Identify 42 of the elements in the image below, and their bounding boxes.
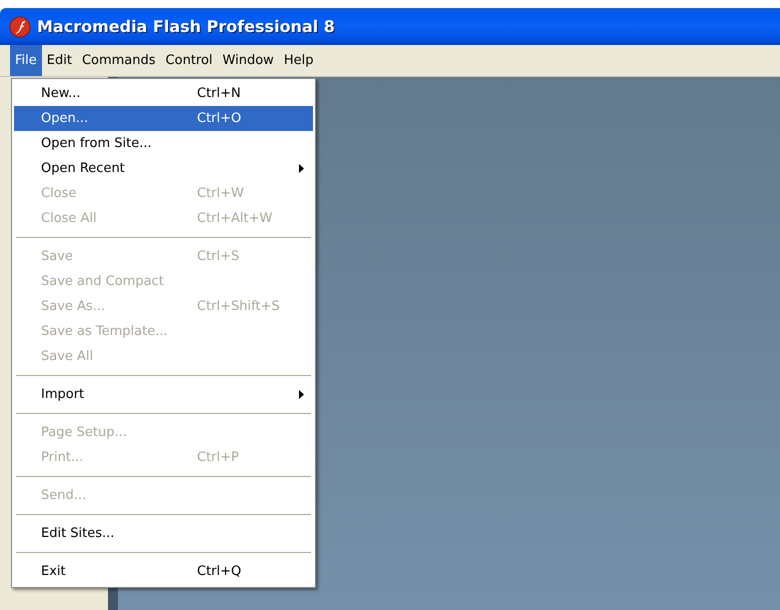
shortcut-label: Ctrl+P bbox=[197, 450, 239, 465]
menu-entry[interactable]: Edit Sites... bbox=[14, 521, 313, 546]
menu-entry[interactable]: New... Ctrl+N bbox=[14, 81, 313, 106]
menu-entry-label: Print... bbox=[41, 450, 84, 465]
menu-entry-label: Edit Sites... bbox=[41, 526, 116, 541]
menu-item[interactable]: Commands bbox=[76, 45, 161, 76]
flash-logo-icon bbox=[9, 16, 31, 38]
menu-entry-label: New... bbox=[41, 86, 82, 101]
menu-item[interactable]: Window bbox=[218, 45, 279, 76]
menu-entry-label: Close All bbox=[41, 211, 98, 226]
shortcut-label: Ctrl+Alt+W bbox=[197, 211, 272, 226]
shortcut-label: Ctrl+Q bbox=[197, 564, 242, 579]
shortcut-label: Ctrl+O bbox=[197, 111, 242, 126]
menu-entry-label: Save and Compact bbox=[41, 274, 165, 289]
menu-entry[interactable]: Open Recent bbox=[14, 156, 313, 181]
menu-entry[interactable]: Open... Ctrl+O bbox=[14, 106, 313, 131]
shortcut-label: Ctrl+W bbox=[197, 186, 244, 201]
menu-entry-label: Save All bbox=[41, 349, 94, 364]
submenu-arrow-icon bbox=[299, 164, 304, 173]
menu-entry-label: Exit bbox=[41, 564, 67, 579]
menu-item[interactable]: Control bbox=[160, 45, 218, 76]
menu-entry[interactable]: Exit Ctrl+Q bbox=[14, 559, 313, 584]
menu-entry-label: Open... bbox=[41, 111, 90, 126]
menu-entry[interactable]: Import bbox=[14, 382, 313, 407]
menu-item[interactable]: File bbox=[10, 45, 42, 76]
menu-entry-label: Save bbox=[41, 249, 74, 264]
menu-entry-label: Send... bbox=[41, 488, 88, 503]
menu-item[interactable]: Help bbox=[278, 45, 318, 76]
shortcut-label: Ctrl+S bbox=[197, 249, 240, 264]
menu-entry-label: Save As... bbox=[41, 299, 106, 314]
menu-entry-label: Close bbox=[41, 186, 78, 201]
submenu-arrow-icon bbox=[299, 390, 304, 399]
menu-entry-label: Save as Template... bbox=[41, 324, 169, 339]
window-title: Macromedia Flash Professional 8 bbox=[37, 17, 335, 36]
menu-entry-label: Import bbox=[41, 387, 86, 402]
menu-entry-label: Page Setup... bbox=[41, 425, 128, 440]
shortcut-label: Ctrl+N bbox=[197, 86, 241, 101]
menu-item[interactable]: Edit bbox=[42, 45, 77, 76]
shortcut-label: Ctrl+Shift+S bbox=[197, 299, 280, 314]
menu-entry-label: Open from Site... bbox=[41, 136, 153, 151]
menu-entry[interactable]: Open from Site... bbox=[14, 131, 313, 156]
menu-entry-label: Open Recent bbox=[41, 161, 126, 176]
